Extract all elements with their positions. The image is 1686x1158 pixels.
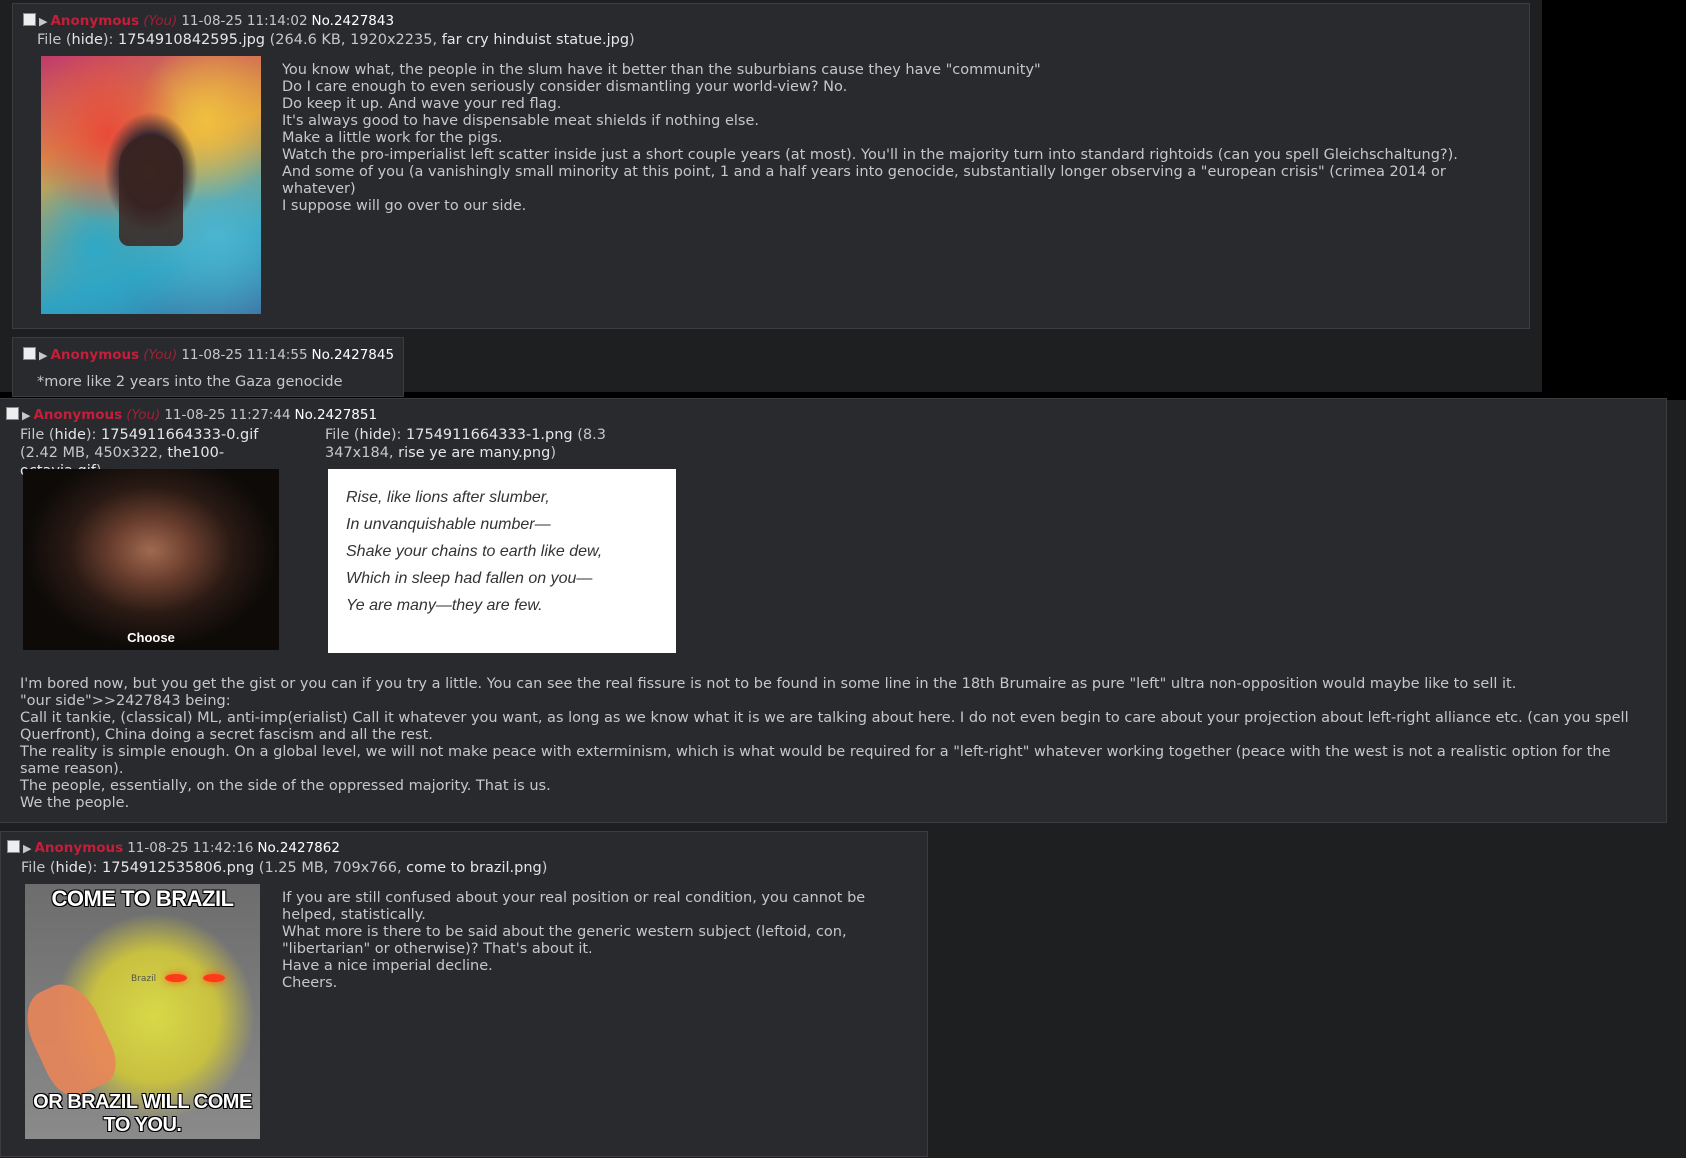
post-message: If you are still confused about your rea… [282,890,866,991]
file-sep: ): [86,860,103,876]
gif-caption: Choose [127,630,175,645]
post-number[interactable]: No.2427843 [312,13,395,29]
file-link[interactable]: 1754911664333-1.png [406,427,573,443]
you-marker: (You) [143,347,178,363]
post-checkbox[interactable] [7,840,20,853]
glowing-eye-icon [203,974,225,982]
post-header: ▶ Anonymous (You) 11-08-25 11:14:02 No.24278… [23,13,394,29]
post-datetime: 11-08-25 11:14:02 [181,13,308,29]
message-rest: Call it tankie, (classical) ML, anti-imp… [20,710,1629,811]
file-meta: (2.42 MB, 450x322, [20,445,168,461]
quote-suffix: being: [180,693,231,709]
poster-name: Anonymous [50,347,140,363]
message-line: I'm bored now, but you get the gist or y… [20,676,1517,692]
poem-line: Rise, like lions after slumber, [346,489,550,506]
post-menu-arrow-icon[interactable]: ▶ [39,349,47,362]
file-sep: ): [85,427,102,443]
poster-name: Anonymous [34,840,124,856]
post-2427845: ▶ Anonymous (You) 11-08-25 11:14:55 No.24278… [12,337,404,397]
file-link[interactable]: 1754910842595.jpg [118,32,265,48]
poem-line: Which in sleep had fallen on you— [346,570,593,587]
poem-line: Shake your chains to earth like dew, [346,543,603,560]
post-message: I'm bored now, but you get the gist or y… [20,676,1650,812]
file-sep: ): [102,32,119,48]
post-message: You know what, the people in the slum ha… [282,62,1458,214]
post-2427862: ▶ Anonymous 11-08-25 11:42:16 No.2427862 Fi… [0,831,928,1157]
post-datetime: 11-08-25 11:27:44 [164,407,291,423]
file-sep: ): [390,427,407,443]
statue-figure [119,136,183,246]
quote-prefix: "our side" [20,693,92,709]
meme-top-text: COME TO BRAZIL [51,886,234,911]
poem-line: In unvanquishable number— [346,516,551,533]
original-filename[interactable]: rise ye are many.png [398,445,550,461]
file-label: File ( [21,860,56,876]
file-meta: (264.6 KB, 1920x2235, [265,32,442,48]
you-marker: (You) [143,13,178,29]
post-number[interactable]: No.2427862 [257,840,340,856]
post-checkbox[interactable] [6,407,19,420]
you-marker: (You) [126,407,161,423]
post-message: *more like 2 years into the Gaza genocid… [37,374,343,390]
hide-link[interactable]: hide [72,32,103,48]
post-header: ▶ Anonymous 11-08-25 11:42:16 No.2427862 [7,840,340,856]
file-link[interactable]: 1754911664333-0.gif [101,427,258,443]
post-menu-arrow-icon[interactable]: ▶ [39,15,47,28]
thumbnail-statue[interactable] [41,56,261,314]
thumbnail-brazil-meme[interactable]: Brazil COME TO BRAZIL OR BRAZIL WILL COM… [25,884,260,1139]
original-filename[interactable]: come to brazil.png [406,860,542,876]
file-label: File ( [37,32,72,48]
post-number[interactable]: No.2427851 [295,407,378,423]
hide-link[interactable]: hide [56,860,87,876]
file-info: File (hide): 1754910842595.jpg (264.6 KB… [37,32,635,48]
hide-link[interactable]: hide [360,427,391,443]
post-checkbox[interactable] [23,13,36,26]
hand-shape [25,974,125,1104]
file-close: ) [629,32,635,48]
post-menu-arrow-icon[interactable]: ▶ [22,409,30,422]
glowing-eye-icon [165,974,187,982]
map-label: Brazil [131,974,157,984]
file-meta: (1.25 MB, 709x766, [254,860,407,876]
thumbnail-octavia[interactable]: Choose [23,469,279,650]
post-header: ▶ Anonymous (You) 11-08-25 11:14:55 No.24278… [23,347,394,363]
post-datetime: 11-08-25 11:14:55 [181,347,308,363]
file-close: ) [550,445,556,461]
file-close: ) [541,860,548,876]
meme-bottom-text: OR BRAZIL WILL COME TO YOU. [33,1091,252,1136]
file-info-1: File (hide): 1754911664333-1.png (8.3 34… [325,426,615,462]
post-number[interactable]: No.2427845 [312,347,395,363]
poster-name: Anonymous [33,407,123,423]
post-2427851: ▶ Anonymous (You) 11-08-25 11:27:44 No.24278… [0,398,1667,823]
post-header: ▶ Anonymous (You) 11-08-25 11:27:44 No.24278… [6,407,377,423]
post-checkbox[interactable] [23,347,36,360]
thumbnail-poem[interactable]: Rise, like lions after slumber, In unvan… [328,469,676,653]
original-filename[interactable]: far cry hinduist statue.jpg [442,32,629,48]
hide-link[interactable]: hide [55,427,86,443]
file-info: File (hide): 1754912535806.png (1.25 MB,… [21,860,547,876]
file-label: File ( [325,427,360,443]
file-label: File ( [20,427,55,443]
right-dark-area [1542,0,1686,392]
file-link[interactable]: 1754912535806.png [102,860,254,876]
post-menu-arrow-icon[interactable]: ▶ [23,842,31,855]
post-2427843: ▶ Anonymous (You) 11-08-25 11:14:02 No.24278… [12,3,1530,329]
post-datetime: 11-08-25 11:42:16 [127,840,254,856]
poem-line: Ye are many—they are few. [346,597,543,614]
poster-name: Anonymous [50,13,140,29]
quote-link[interactable]: >>2427843 [92,693,181,709]
